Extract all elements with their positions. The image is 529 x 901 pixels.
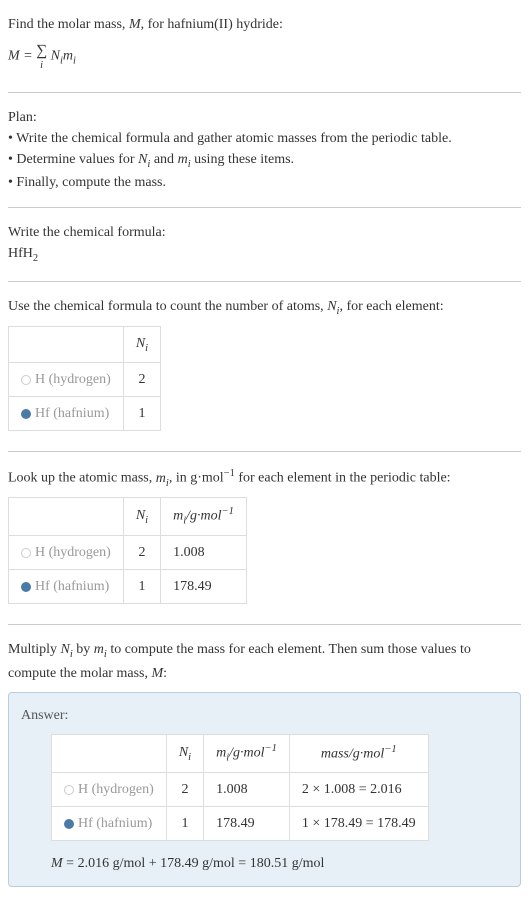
header-Ni: Ni: [166, 735, 203, 773]
intro-text: Find the molar mass,: [8, 17, 129, 32]
plan-bullet-2: • Determine values for Ni and mi using t…: [8, 149, 521, 173]
hydrogen-icon: [21, 375, 31, 385]
intro-line: Find the molar mass, M, for hafnium(II) …: [8, 14, 521, 35]
mass-section: Look up the atomic mass, mi, in g·mol−1 …: [8, 460, 521, 616]
divider: [8, 451, 521, 452]
table-row: H (hydrogen) 2 1.008 2 × 1.008 = 2.016: [52, 773, 429, 807]
h-mass: 1.008: [161, 536, 247, 570]
hf-mass: 178.49: [161, 570, 247, 604]
formula-heading: Write the chemical formula:: [8, 222, 521, 243]
count-section: Use the chemical formula to count the nu…: [8, 290, 521, 443]
element-hf-cell: Hf (hafnium): [9, 570, 124, 604]
eq-i2: i: [73, 55, 76, 66]
h-count: 2: [123, 363, 160, 397]
table-row: Hf (hafnium) 1: [9, 397, 161, 431]
table-row: H (hydrogen) 2 1.008: [9, 536, 247, 570]
hf-m: 178.49: [204, 807, 290, 841]
hydrogen-icon: [21, 548, 31, 558]
divider: [8, 207, 521, 208]
mass-table: Ni mi/g·mol−1 H (hydrogen) 2 1.008 Hf (h…: [8, 497, 247, 604]
empty-header: [52, 735, 167, 773]
eq-m: m: [63, 49, 73, 64]
element-hf-cell: Hf (hafnium): [9, 397, 124, 431]
empty-header: [9, 326, 124, 363]
table-header-row: Ni mi/g·mol−1: [9, 498, 247, 536]
multiply-section: Multiply Ni by mi to compute the mass fo…: [8, 633, 521, 893]
header-Ni: Ni: [123, 498, 160, 536]
chemical-formula: HfH2: [8, 243, 521, 267]
eq-equals: =: [20, 49, 36, 64]
header-mi: mi/g·mol−1: [204, 735, 290, 773]
eq-N: N: [51, 49, 60, 64]
answer-box: Answer: Ni mi/g·mol−1 mass/g·mol−1 H (hy…: [8, 692, 521, 887]
hf-count: 1: [123, 397, 160, 431]
hafnium-icon: [64, 819, 74, 829]
answer-label: Answer:: [21, 705, 508, 726]
table-header-row: Ni mi/g·mol−1 mass/g·mol−1: [52, 735, 429, 773]
divider: [8, 281, 521, 282]
var-M: M: [129, 13, 141, 36]
plan-section: Plan: • Write the chemical formula and g…: [8, 101, 521, 200]
element-h-cell: H (hydrogen): [9, 363, 124, 397]
table-row: Hf (hafnium) 1 178.49 1 × 178.49 = 178.4…: [52, 807, 429, 841]
header-Ni: Ni: [123, 326, 160, 363]
element-h-cell: H (hydrogen): [9, 536, 124, 570]
count-text: Use the chemical formula to count the nu…: [8, 296, 521, 320]
hf-N: 1: [123, 570, 160, 604]
plan-bullet-1: • Write the chemical formula and gather …: [8, 128, 521, 149]
h-N: 2: [123, 536, 160, 570]
h-m: 1.008: [204, 773, 290, 807]
divider: [8, 92, 521, 93]
h-N: 2: [166, 773, 203, 807]
table-header-row: Ni: [9, 326, 161, 363]
table-row: Hf (hafnium) 1 178.49: [9, 570, 247, 604]
sigma-sub: i: [36, 58, 47, 74]
element-h-cell: H (hydrogen): [52, 773, 167, 807]
table-row: H (hydrogen) 2: [9, 363, 161, 397]
element-hf-cell: Hf (hafnium): [52, 807, 167, 841]
plan-bullet-3: • Finally, compute the mass.: [8, 172, 521, 193]
hydrogen-icon: [64, 785, 74, 795]
hafnium-icon: [21, 409, 31, 419]
mass-text: Look up the atomic mass, mi, in g·mol−1 …: [8, 466, 521, 491]
answer-table: Ni mi/g·mol−1 mass/g·mol−1 H (hydrogen) …: [51, 734, 429, 841]
header-mass: mass/g·mol−1: [289, 735, 428, 773]
intro-text-b: , for hafnium(II) hydride:: [141, 17, 283, 32]
count-table: Ni H (hydrogen) 2 Hf (hafnium) 1: [8, 326, 161, 432]
formula-section: Write the chemical formula: HfH2: [8, 216, 521, 273]
multiply-text: Multiply Ni by mi to compute the mass fo…: [8, 639, 521, 684]
divider: [8, 624, 521, 625]
h-mass-calc: 2 × 1.008 = 2.016: [289, 773, 428, 807]
plan-heading: Plan:: [8, 107, 521, 128]
eq-lhs: M: [8, 49, 20, 64]
intro-section: Find the molar mass, M, for hafnium(II) …: [8, 8, 521, 84]
hafnium-icon: [21, 582, 31, 592]
molar-mass-equation: M = ∑i Nimi: [8, 35, 521, 78]
empty-header: [9, 498, 124, 536]
header-mi: mi/g·mol−1: [161, 498, 247, 536]
final-equation: M = 2.016 g/mol + 178.49 g/mol = 180.51 …: [51, 853, 508, 874]
hf-mass-calc: 1 × 178.49 = 178.49: [289, 807, 428, 841]
sigma-icon: ∑: [36, 42, 47, 59]
hf-N: 1: [166, 807, 203, 841]
